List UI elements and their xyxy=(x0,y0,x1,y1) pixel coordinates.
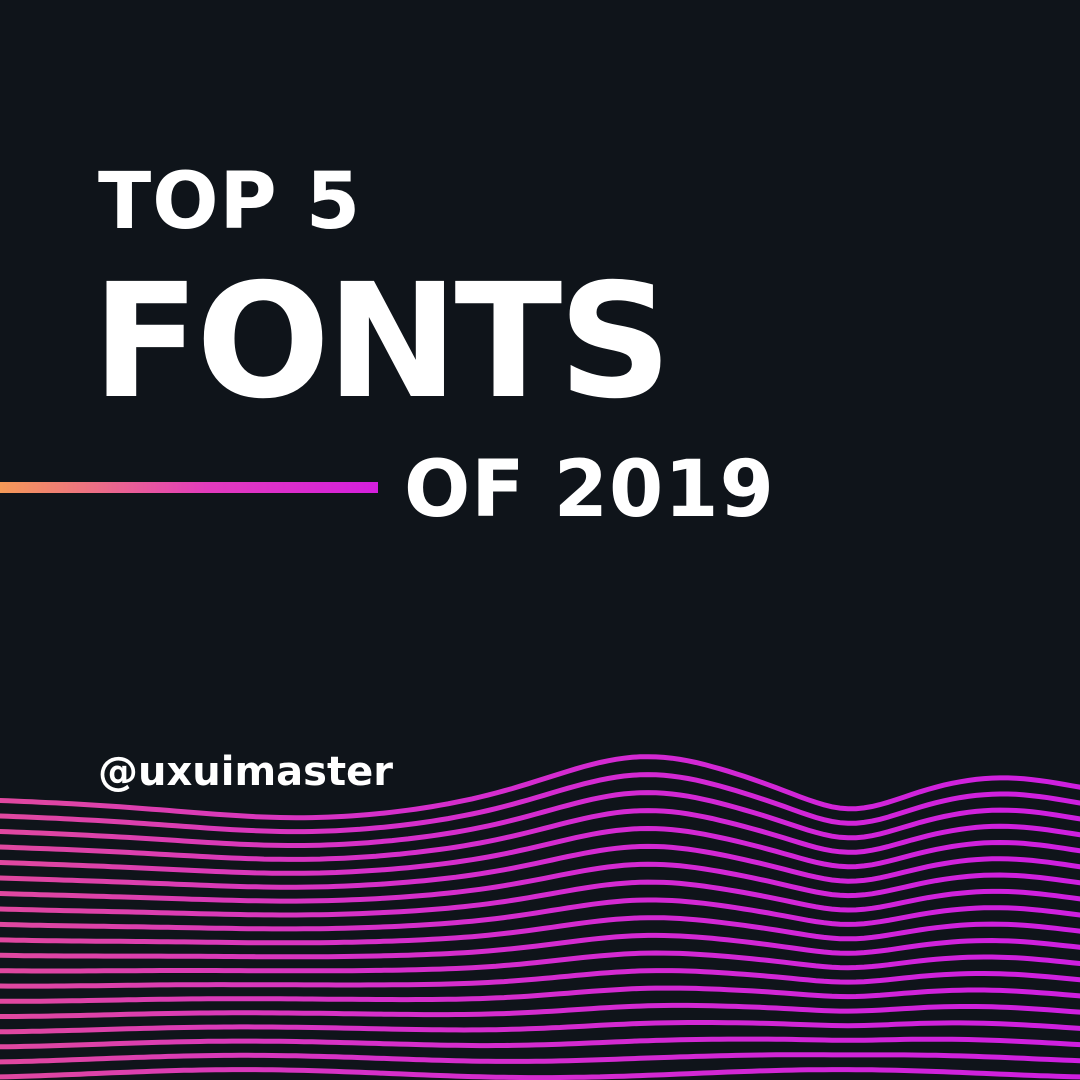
wave-line xyxy=(0,968,1080,989)
wave-line xyxy=(0,932,1080,960)
wave-line xyxy=(0,1067,1080,1080)
wave-line xyxy=(0,879,1080,918)
wave-line xyxy=(0,950,1080,974)
wave-line xyxy=(0,843,1080,890)
wave-line xyxy=(0,915,1080,946)
wave-line xyxy=(0,825,1080,876)
wave-line xyxy=(0,1052,1080,1065)
author-handle: @uxuimaster xyxy=(98,749,393,795)
poster-canvas: TOP 5 FONTS OF 2019 @uxuimaster xyxy=(0,0,1080,1080)
wave-line xyxy=(0,861,1080,904)
headline-sub: OF 2019 xyxy=(404,445,775,535)
wave-line xyxy=(0,790,1080,848)
wave-lines-group xyxy=(0,754,1080,1080)
wave-line xyxy=(0,897,1080,932)
wave-line xyxy=(0,1036,1080,1050)
wave-line xyxy=(0,1002,1080,1019)
headline-top: TOP 5 xyxy=(98,157,362,247)
wave-line xyxy=(0,985,1080,1004)
wave-line xyxy=(0,808,1080,862)
headline-main: FONTS xyxy=(92,250,672,434)
wave-line xyxy=(0,1020,1080,1035)
accent-divider xyxy=(0,482,378,493)
